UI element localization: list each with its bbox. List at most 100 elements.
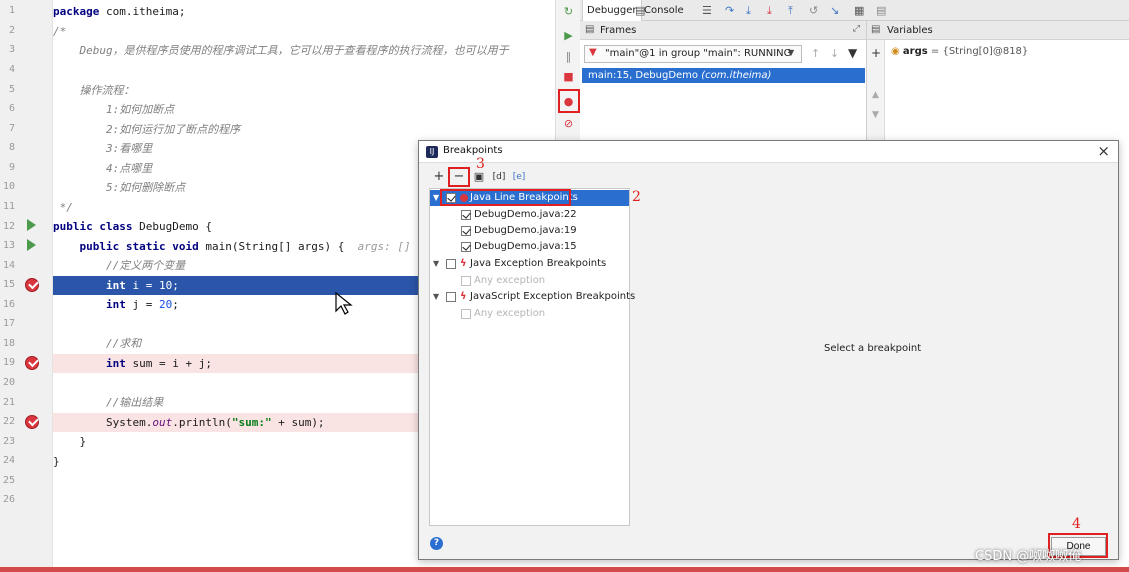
close-icon[interactable]: ×	[1097, 142, 1110, 160]
line-number: 18	[2, 338, 15, 349]
line-number: 20	[2, 377, 15, 388]
tree-label: DebugDemo.java:15	[474, 241, 577, 252]
breakpoints-tree[interactable]: ▼ Java Line Breakpoints DebugDemo.java:2…	[429, 188, 635, 526]
variables-icon: ▤	[871, 24, 881, 35]
step-into-icon[interactable]: ⤓	[746, 4, 751, 18]
menu-icon[interactable]: ☰	[702, 4, 712, 17]
line-number: 25	[2, 475, 15, 486]
checkbox[interactable]	[461, 226, 471, 236]
breakpoint-icon[interactable]	[25, 278, 39, 292]
dialog-titlebar: IJ Breakpoints ×	[419, 141, 1118, 163]
code-text: System.	[53, 416, 153, 429]
add-watch-icon[interactable]: +	[871, 46, 881, 60]
step-out-icon[interactable]: ⤒	[788, 4, 793, 18]
code-text: j =	[125, 298, 159, 311]
run-method-icon[interactable]	[27, 239, 36, 251]
line-number: 22	[2, 416, 15, 427]
code-text: main(String[] args) {	[198, 240, 358, 253]
arrow-up-icon[interactable]: ↑	[811, 47, 820, 60]
run-to-cursor-icon[interactable]: ↘	[830, 4, 839, 17]
group-by-class-icon[interactable]: [e]	[512, 169, 526, 185]
line-number: 4	[8, 64, 15, 75]
resume-icon[interactable]: ▶	[560, 27, 577, 44]
number-literal: 10	[158, 279, 173, 292]
keyword: int	[53, 279, 126, 292]
group-by-package-icon[interactable]: [d]	[492, 169, 506, 185]
breakpoint-icon[interactable]	[25, 356, 39, 370]
line-number: 2	[8, 25, 15, 36]
code-line: package com.itheima;	[53, 2, 555, 21]
drop-frame-icon[interactable]: ↺	[809, 4, 818, 17]
annotation-box-2	[440, 189, 571, 206]
line-number: 12	[2, 221, 15, 232]
line-number: 16	[2, 299, 15, 310]
rerun-icon[interactable]: ↻	[560, 3, 577, 20]
thread-select[interactable]: "main"@1 in group "main": RUNNING	[584, 45, 802, 63]
chevron-down-icon[interactable]: ▼	[788, 48, 794, 57]
step-over-icon[interactable]: ↷	[725, 4, 734, 17]
checkbox[interactable]	[446, 259, 456, 269]
frame-method: main:15, DebugDemo	[588, 70, 699, 81]
line-number: 24	[2, 455, 15, 466]
checkbox[interactable]	[461, 309, 471, 319]
breakpoint-icon[interactable]	[25, 415, 39, 429]
frames-header: Frames	[580, 21, 866, 40]
line-number: 1	[8, 5, 15, 16]
expand-icon[interactable]: ⤢	[853, 24, 860, 34]
variable-name: args	[902, 46, 928, 57]
bottom-strip	[0, 567, 1129, 572]
variable-row[interactable]: ◉ args = {String[0]@818}	[891, 46, 1028, 57]
code-text: i =	[125, 279, 159, 292]
line-number: 14	[2, 260, 15, 271]
run-class-icon[interactable]	[27, 219, 36, 231]
add-breakpoint-icon[interactable]: +	[432, 169, 446, 185]
evaluate-icon[interactable]: ▦	[854, 4, 864, 17]
dialog-title: Breakpoints	[443, 145, 503, 156]
arrow-down-icon[interactable]: ↓	[830, 47, 839, 60]
frames-icon: ▤	[585, 24, 595, 35]
line-number: 10	[2, 181, 15, 192]
line-number: 11	[2, 201, 15, 212]
stop-icon[interactable]: ■	[560, 68, 577, 85]
thread-icon: ▼	[589, 47, 597, 58]
line-number: 17	[2, 318, 15, 329]
annotation-number-4: 4	[1072, 516, 1081, 532]
force-step-into-icon[interactable]: ⤓	[767, 4, 772, 18]
tree-label: Java Exception Breakpoints	[470, 258, 607, 269]
trace-icon[interactable]: ▤	[876, 4, 886, 17]
code-text: + sum);	[271, 416, 325, 429]
code-line: 2:如何运行加了断点的程序	[53, 123, 241, 136]
frame-row[interactable]: main:15, DebugDemo (com.itheima)	[582, 68, 865, 83]
chevron-down-icon[interactable]: ▼	[433, 289, 439, 305]
inline-debug-hint: args: []	[357, 240, 411, 253]
detail-placeholder: Select a breakpoint	[824, 343, 922, 354]
code-text: sum = i + j;	[125, 357, 212, 370]
help-icon[interactable]: ?	[430, 537, 443, 550]
pause-icon[interactable]: ‖	[560, 48, 577, 65]
checkbox[interactable]	[461, 276, 471, 286]
static-field: out	[152, 416, 173, 429]
move-up-icon[interactable]: ▲	[872, 90, 879, 100]
chevron-down-icon[interactable]: ▼	[433, 190, 439, 206]
editor-gutter[interactable]: 1 2 3 4 5 6 7 8 9 10 11 12 13 14 15 16 1…	[0, 0, 53, 572]
filter-icon[interactable]: ▼	[848, 46, 857, 60]
chevron-down-icon[interactable]: ▼	[433, 256, 439, 272]
tree-label: DebugDemo.java:19	[474, 225, 577, 236]
mute-breakpoints-icon[interactable]: ⊘	[560, 115, 577, 132]
line-number: 15	[2, 279, 15, 290]
checkbox[interactable]	[461, 210, 471, 220]
move-down-icon[interactable]: ▼	[872, 110, 879, 120]
debug-side-toolbar: ↻ ▶ ‖ ■ ● ⊘	[555, 0, 580, 140]
annotation-box-1	[558, 89, 580, 113]
string-literal: "sum:"	[231, 416, 272, 429]
watermark: CSDN @呶呶呶俺	[975, 549, 1082, 564]
line-number: 19	[2, 357, 15, 368]
line-number: 8	[8, 142, 15, 153]
checkbox[interactable]	[446, 292, 456, 302]
intellij-logo-icon: IJ	[426, 146, 438, 158]
annotation-number-2: 2	[632, 189, 641, 205]
checkbox[interactable]	[461, 242, 471, 252]
console-icon: ▤	[635, 4, 646, 17]
code-text: .println(	[172, 416, 232, 429]
tree-label: JavaScript Exception Breakpoints	[470, 291, 636, 302]
